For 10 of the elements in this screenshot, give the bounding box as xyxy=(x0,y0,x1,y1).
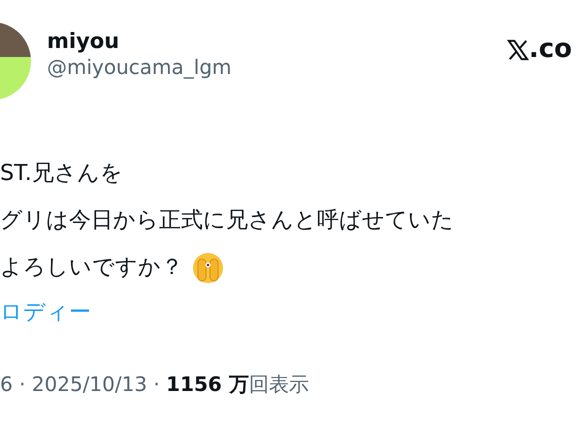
x-logo-icon xyxy=(506,38,529,60)
label-link[interactable]: ロディー xyxy=(0,300,91,325)
user-handle: @miyoucama_lgm xyxy=(47,54,233,80)
display-name: miyou xyxy=(47,28,120,54)
post-text-line: ST.兄さんを xyxy=(0,160,123,188)
face-peeking-icon xyxy=(191,250,225,284)
post-text-line: よろしいですか？ xyxy=(0,254,183,282)
site-label: .co xyxy=(528,33,572,66)
post-meta: 6 · 2025/10/13 · 1156 万回表示 xyxy=(0,372,309,396)
post-text-line: グリは今日から正式に兄さんと呼ばせていた xyxy=(0,207,454,235)
